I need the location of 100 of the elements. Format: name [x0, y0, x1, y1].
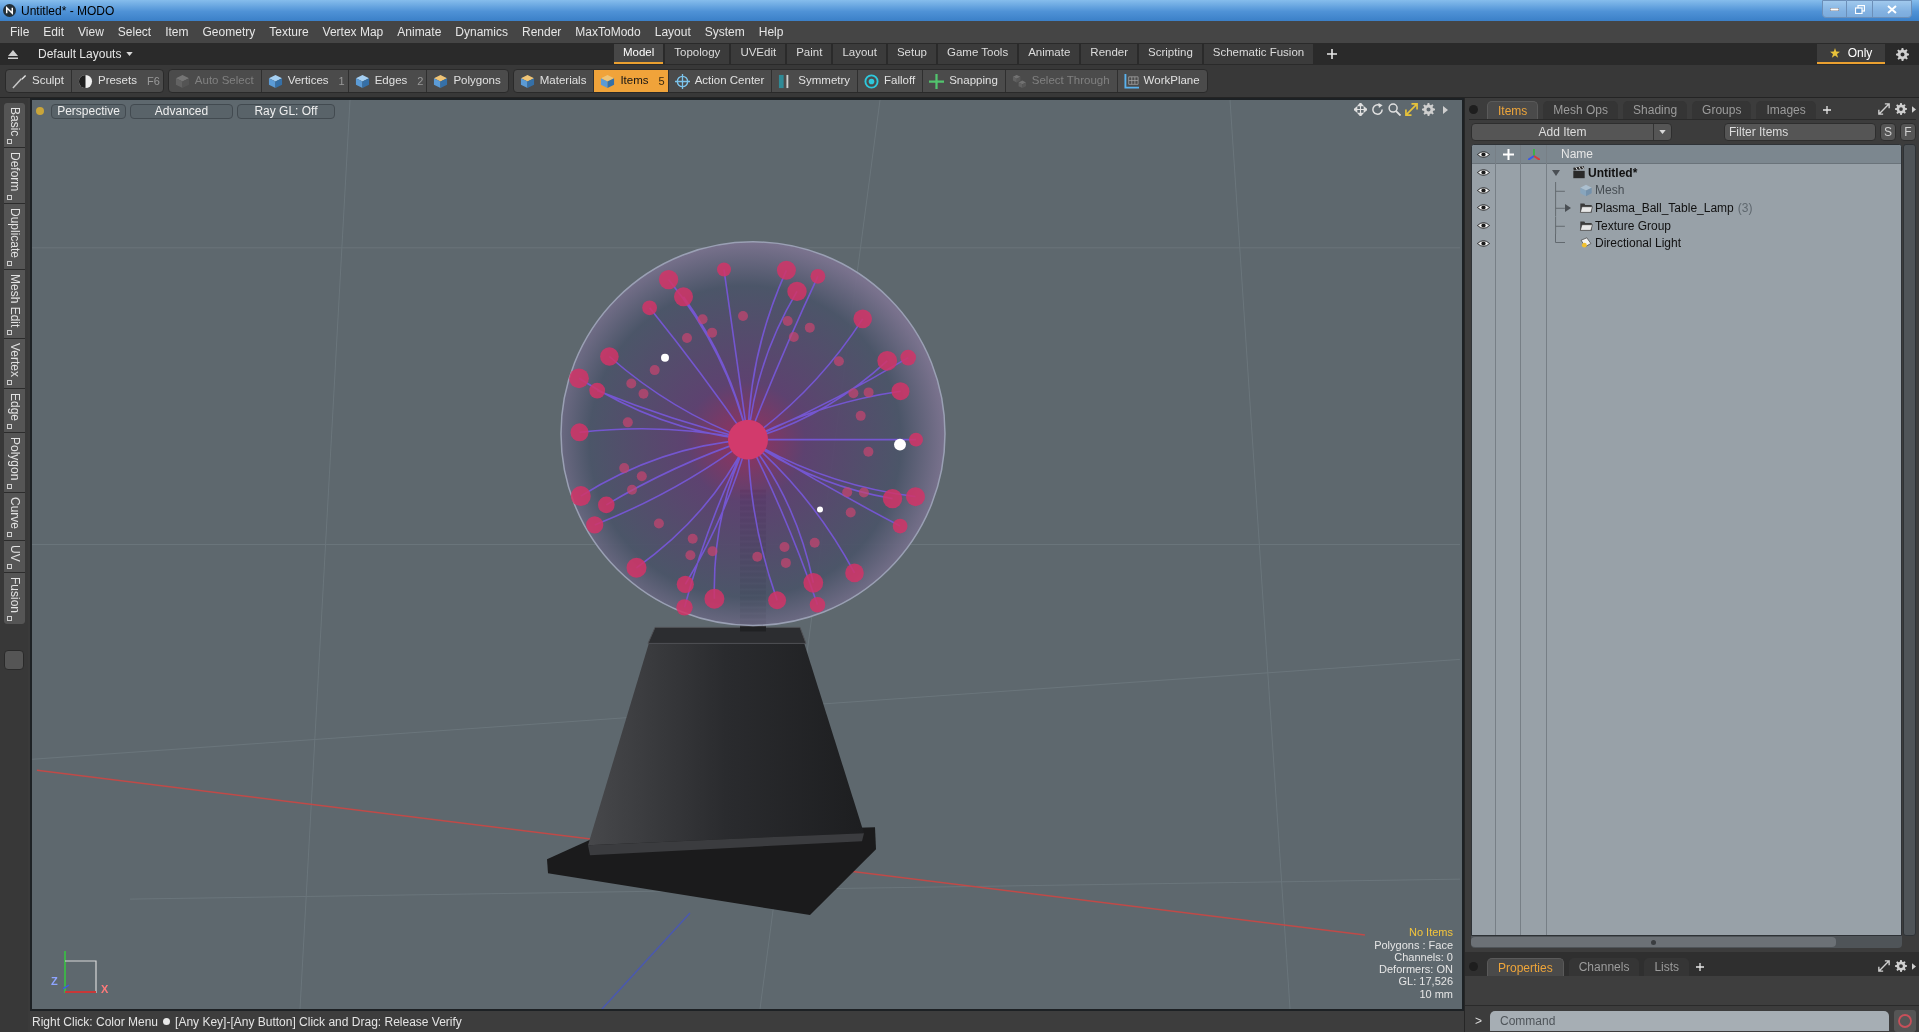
side-tab[interactable]: Fusion [3, 573, 25, 625]
side-tab[interactable]: Mesh Edit [3, 269, 25, 339]
viewport[interactable]: Perspective Advanced Ray GL: Off Z X No Items Polygons : Face Channels: 0 Deformers: ON GL: 17,526 10 mm [30, 98, 1464, 1011]
menu-item[interactable]: File [3, 23, 37, 41]
plus-icon[interactable] [1822, 106, 1831, 114]
panel-tab[interactable]: Shading [1623, 101, 1688, 119]
viewport-button[interactable]: Perspective [51, 103, 126, 119]
side-tab[interactable]: Duplicate [3, 203, 25, 269]
menu-item[interactable]: System [697, 23, 752, 41]
layout-tab[interactable]: UVEdit [731, 44, 786, 64]
side-tab[interactable]: Basic [3, 103, 25, 148]
layout-tab[interactable]: Scripting [1139, 44, 1202, 64]
side-tab[interactable]: UV [3, 540, 25, 573]
restore-button[interactable] [1847, 0, 1872, 18]
menu-item[interactable]: Edit [36, 23, 72, 41]
column-header[interactable] [1496, 145, 1520, 164]
scrollbar[interactable] [1903, 144, 1916, 936]
toolbar-button[interactable]: Vertices 1 [261, 70, 348, 92]
panel-tab[interactable]: Mesh Ops [1543, 101, 1619, 119]
layout-tab[interactable]: Animate [1019, 44, 1080, 64]
toolbar-button[interactable]: Materials [513, 70, 594, 92]
eye-icon[interactable] [1477, 149, 1490, 159]
zoom-icon[interactable] [1388, 103, 1401, 116]
layout-tab[interactable]: Setup [887, 44, 936, 64]
only-toggle[interactable]: Only [1817, 44, 1885, 64]
menu-item[interactable]: Render [515, 23, 569, 41]
viewport-button[interactable]: Ray GL: Off [237, 103, 335, 119]
toolbar-button[interactable]: Edges 2 [348, 70, 427, 92]
menu-item[interactable]: Vertex Map [315, 23, 391, 41]
caret-icon[interactable] [126, 52, 134, 56]
column-header[interactable] [1472, 145, 1495, 164]
toolbar-button[interactable]: Sculpt [6, 70, 71, 92]
layout-tab[interactable]: Model [614, 44, 664, 64]
scrollbar[interactable] [1471, 936, 1902, 948]
toolbar-button[interactable]: WorkPlane [1117, 70, 1207, 92]
toolbar-button[interactable]: Snapping [923, 70, 1005, 92]
tree-item[interactable]: Untitled* [1547, 164, 1901, 182]
menu-item[interactable]: Geometry [195, 23, 263, 41]
side-tab[interactable]: Deform [3, 148, 25, 203]
side-tab[interactable]: Curve [3, 492, 25, 540]
tree-item[interactable]: Texture Group [1547, 216, 1901, 235]
plus-icon[interactable] [1696, 963, 1705, 971]
menu-item[interactable]: Help [751, 23, 791, 41]
ring-icon[interactable] [1894, 1009, 1916, 1032]
menu-item[interactable]: Layout [647, 23, 698, 41]
filter-option-button[interactable]: F [1900, 123, 1916, 141]
panel-tab[interactable]: Groups [1692, 101, 1752, 119]
menu-item[interactable]: Dynamics [448, 23, 515, 41]
side-tab[interactable]: Polygon [3, 433, 25, 492]
panel-tab[interactable]: Lists [1644, 958, 1690, 976]
toolbar-button[interactable]: Action Center [668, 70, 772, 92]
toolbar-button[interactable]: Symmetry [772, 70, 858, 92]
caret-icon[interactable] [1659, 130, 1666, 134]
layout-menu[interactable]: Default Layouts [38, 45, 134, 63]
caret-right-icon[interactable] [1912, 962, 1916, 970]
caret-right-icon[interactable] [1912, 105, 1916, 113]
eye-icon[interactable] [1477, 221, 1490, 231]
panel-tab[interactable]: Channels [1568, 958, 1640, 976]
settings-icon[interactable] [1895, 103, 1907, 115]
panel-tab[interactable]: Items [1487, 101, 1539, 119]
maximize-icon[interactable] [1405, 103, 1418, 116]
menu-item[interactable]: Animate [390, 23, 449, 41]
menu-item[interactable]: Texture [262, 23, 316, 41]
settings-icon[interactable] [1895, 47, 1909, 61]
menu-item[interactable]: Item [158, 23, 196, 41]
eye-icon[interactable] [1477, 168, 1490, 178]
menu-item[interactable]: MaxToModo [568, 23, 648, 41]
viewport-button[interactable]: Advanced [130, 103, 233, 119]
eye-icon[interactable] [1477, 238, 1490, 248]
expand-icon[interactable] [1878, 103, 1890, 115]
plus-icon[interactable] [1327, 49, 1338, 59]
tree-item[interactable]: Directional Light [1547, 234, 1901, 252]
toolbar-button[interactable]: Items 5 [594, 70, 668, 92]
eye-icon[interactable] [1477, 203, 1490, 213]
panel-tab[interactable]: Images [1756, 101, 1816, 119]
toolbar-button[interactable]: Presets F6 [71, 70, 163, 92]
caret-right-icon[interactable] [1443, 105, 1448, 114]
tree-item[interactable]: Plasma_Ball_Table_Lamp (3) [1547, 199, 1901, 217]
eject-icon[interactable] [8, 49, 18, 59]
close-button[interactable] [1872, 0, 1912, 18]
menu-item[interactable]: Select [110, 23, 159, 41]
layout-tab[interactable]: Game Tools [938, 44, 1018, 64]
move-icon[interactable] [1354, 103, 1367, 116]
filter-option-button[interactable]: S [1880, 123, 1896, 141]
layout-tab[interactable]: Render [1081, 44, 1138, 64]
rotate-icon[interactable] [1371, 103, 1384, 116]
side-tab[interactable]: Edge [3, 389, 25, 433]
add-item-dropdown[interactable]: Add Item [1471, 123, 1672, 141]
panel-tab[interactable]: Properties [1487, 958, 1564, 976]
command-field[interactable]: Command [1490, 1010, 1889, 1031]
scrollbar-thumb[interactable] [1471, 937, 1836, 947]
layout-tab[interactable]: Paint [787, 44, 832, 64]
expand-icon[interactable] [1878, 960, 1890, 972]
layout-tab[interactable]: Schematic Fusion [1203, 44, 1314, 64]
toolbar-button[interactable]: Polygons [427, 70, 508, 92]
side-tab[interactable]: Vertex [3, 339, 25, 389]
layout-tab[interactable]: Topology [665, 44, 730, 64]
filter-field[interactable]: Filter Items [1724, 123, 1876, 141]
menu-item[interactable]: View [71, 23, 111, 41]
toolbar-button[interactable]: Falloff [858, 70, 923, 92]
